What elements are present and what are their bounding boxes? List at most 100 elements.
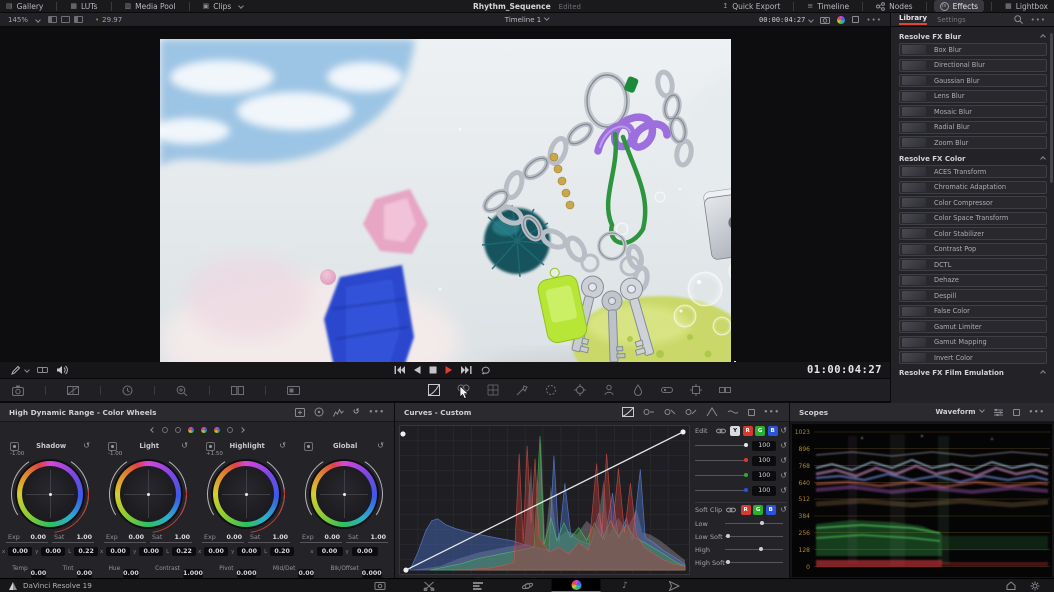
mid-detail-value[interactable]: 0.00 <box>298 569 314 578</box>
timeline-button[interactable]: ≡ Timeline <box>801 0 855 13</box>
grab-still-icon[interactable] <box>12 385 24 396</box>
hdr-options-icon[interactable]: ••• <box>369 408 385 416</box>
play-button[interactable] <box>445 365 453 375</box>
loop-playback-button[interactable] <box>480 365 492 375</box>
magic-mask-palette-icon[interactable] <box>603 384 615 396</box>
fx-item-mosaic-blur[interactable]: Mosaic Blur <box>899 105 1047 118</box>
reset-icon[interactable]: ↺ <box>279 442 286 450</box>
page-media[interactable] <box>356 579 405 592</box>
gain-slider-g[interactable]: 100 ↺ <box>695 468 787 483</box>
fx-item-lens-blur[interactable]: Lens Blur <box>899 90 1047 103</box>
wheel-lum-value[interactable]: 0.22 <box>172 547 196 556</box>
section-resolve-fx-blur[interactable]: Resolve FX Blur <box>891 30 1054 43</box>
zone-dot[interactable] <box>162 427 168 433</box>
color-wheel-shadow[interactable] <box>15 459 85 529</box>
scope-settings-icon[interactable] <box>993 408 1004 417</box>
fx-item-despill[interactable]: Despill <box>899 289 1047 302</box>
scopes-options-icon[interactable]: ••• <box>1029 408 1045 416</box>
reset-icon[interactable]: ↺ <box>181 442 188 450</box>
reset-icon[interactable]: ↺ <box>780 442 787 450</box>
color-versions-icon[interactable] <box>837 16 845 24</box>
color-wheel-light[interactable] <box>113 459 183 529</box>
gain-g-value[interactable]: 100 <box>752 471 776 481</box>
gain-slider-r[interactable]: 100 ↺ <box>695 453 787 468</box>
quick-export-button[interactable]: ↥ Quick Export <box>716 0 786 13</box>
expand-icon[interactable] <box>1013 409 1020 416</box>
fx-item-directional-blur[interactable]: Directional Blur <box>899 59 1047 72</box>
go-to-first-frame-button[interactable] <box>394 365 405 375</box>
zone-exposure-icon[interactable] <box>304 442 313 451</box>
fx-item-dehaze[interactable]: Dehaze <box>899 274 1047 287</box>
channel-r-button[interactable]: R <box>743 426 753 436</box>
wheel-y-value[interactable]: 0.00 <box>139 547 163 556</box>
highlight-icon[interactable] <box>287 385 300 396</box>
clips-button[interactable]: ▣ Clips <box>197 0 250 13</box>
wheel-y-value[interactable]: 0.00 <box>237 547 261 556</box>
key-palette-icon[interactable] <box>661 384 673 396</box>
image-wipe-icon[interactable] <box>67 385 79 396</box>
annotation-pencil-icon[interactable] <box>10 365 21 376</box>
exposure-slider[interactable]: Exp0.00 <box>202 534 244 543</box>
fx-item-dctl[interactable]: DCTL <box>899 258 1047 271</box>
fx-item-color-space-transform[interactable]: Color Space Transform <box>899 212 1047 225</box>
luts-button[interactable]: ▦ LUTs <box>64 0 103 13</box>
channel-g-button[interactable]: G <box>755 426 765 436</box>
gallery-button[interactable]: ▤ Gallery <box>0 0 49 13</box>
gain-r-value[interactable]: 100 <box>752 456 776 466</box>
curve-mode-custom-icon[interactable] <box>622 407 634 417</box>
blur-palette-icon[interactable] <box>632 384 644 396</box>
target-icon[interactable] <box>314 407 324 417</box>
gain-slider-b[interactable]: 100 ↺ <box>695 483 787 498</box>
reset-icon[interactable]: ↺ <box>377 442 384 450</box>
fx-item-box-blur[interactable]: Box Blur <box>899 43 1047 56</box>
wheel-x-value[interactable]: 0.00 <box>106 547 130 556</box>
expand-icon[interactable] <box>748 409 755 416</box>
project-home-icon[interactable] <box>1006 581 1016 590</box>
softclip-high-soft-slider[interactable]: High Soft <box>695 556 787 569</box>
reset-icon[interactable]: ↺ <box>780 427 787 435</box>
add-zone-icon[interactable] <box>295 408 305 417</box>
curves-palette-icon[interactable] <box>428 384 440 396</box>
stop-button[interactable] <box>429 365 437 375</box>
tracker-palette-icon[interactable] <box>574 384 586 396</box>
curve-mode-sat-sat-icon[interactable] <box>727 407 739 417</box>
reset-icon[interactable]: ↺ <box>83 442 90 450</box>
wheel-lum-value[interactable]: 0.22 <box>74 547 98 556</box>
zone-dot-active[interactable] <box>188 427 194 433</box>
timelapse-icon[interactable] <box>122 385 133 396</box>
hue-value[interactable]: 0.00 <box>123 569 139 578</box>
fx-item-radial-blur[interactable]: Radial Blur <box>899 121 1047 134</box>
fx-item-false-color[interactable]: False Color <box>899 305 1047 318</box>
link-channels-icon[interactable] <box>726 506 736 514</box>
curves-graph[interactable] <box>399 425 690 575</box>
page-fusion[interactable] <box>503 579 552 592</box>
curves-options-icon[interactable]: ••• <box>764 408 780 416</box>
exposure-slider[interactable]: Exp0.00 <box>300 534 342 543</box>
color-warper-palette-icon[interactable] <box>487 384 499 396</box>
fx-item-zoom-blur[interactable]: Zoom Blur <box>899 136 1047 149</box>
zone-dot-active[interactable] <box>214 427 220 433</box>
reset-icon[interactable]: ↺ <box>780 506 787 514</box>
channel-y-button[interactable]: Y <box>730 426 740 436</box>
library-options-icon[interactable]: ••• <box>1031 16 1046 24</box>
zone-exposure-icon[interactable] <box>108 442 117 451</box>
expand-icon[interactable] <box>852 16 859 23</box>
softclip-low-soft-slider[interactable]: Low Soft <box>695 530 787 543</box>
fx-item-gaussian-blur[interactable]: Gaussian Blur <box>899 74 1047 87</box>
tab-settings[interactable]: Settings <box>937 16 966 24</box>
tab-library[interactable]: Library <box>899 14 927 25</box>
wheel-lum-value[interactable]: 0.20 <box>270 547 294 556</box>
gain-slider-y[interactable]: 100 ↺ <box>695 438 787 453</box>
scope-mode-select[interactable]: Waveform <box>935 408 983 416</box>
saturation-slider[interactable]: Sat1.00 <box>346 534 388 543</box>
exposure-slider[interactable]: Exp0.00 <box>104 534 146 543</box>
fx-item-color-stabilizer[interactable]: Color Stabilizer <box>899 227 1047 240</box>
page-deliver[interactable] <box>650 579 699 592</box>
saturation-slider[interactable]: Sat1.00 <box>52 534 94 543</box>
softclip-g-button[interactable]: G <box>753 505 763 515</box>
zoom-tool-icon[interactable] <box>176 385 188 396</box>
sizing-palette-icon[interactable] <box>690 384 702 396</box>
fx-item-gamut-limiter[interactable]: Gamut Limiter <box>899 320 1047 333</box>
zone-dot-active[interactable] <box>201 427 207 433</box>
settings-gear-icon[interactable] <box>1030 581 1040 591</box>
